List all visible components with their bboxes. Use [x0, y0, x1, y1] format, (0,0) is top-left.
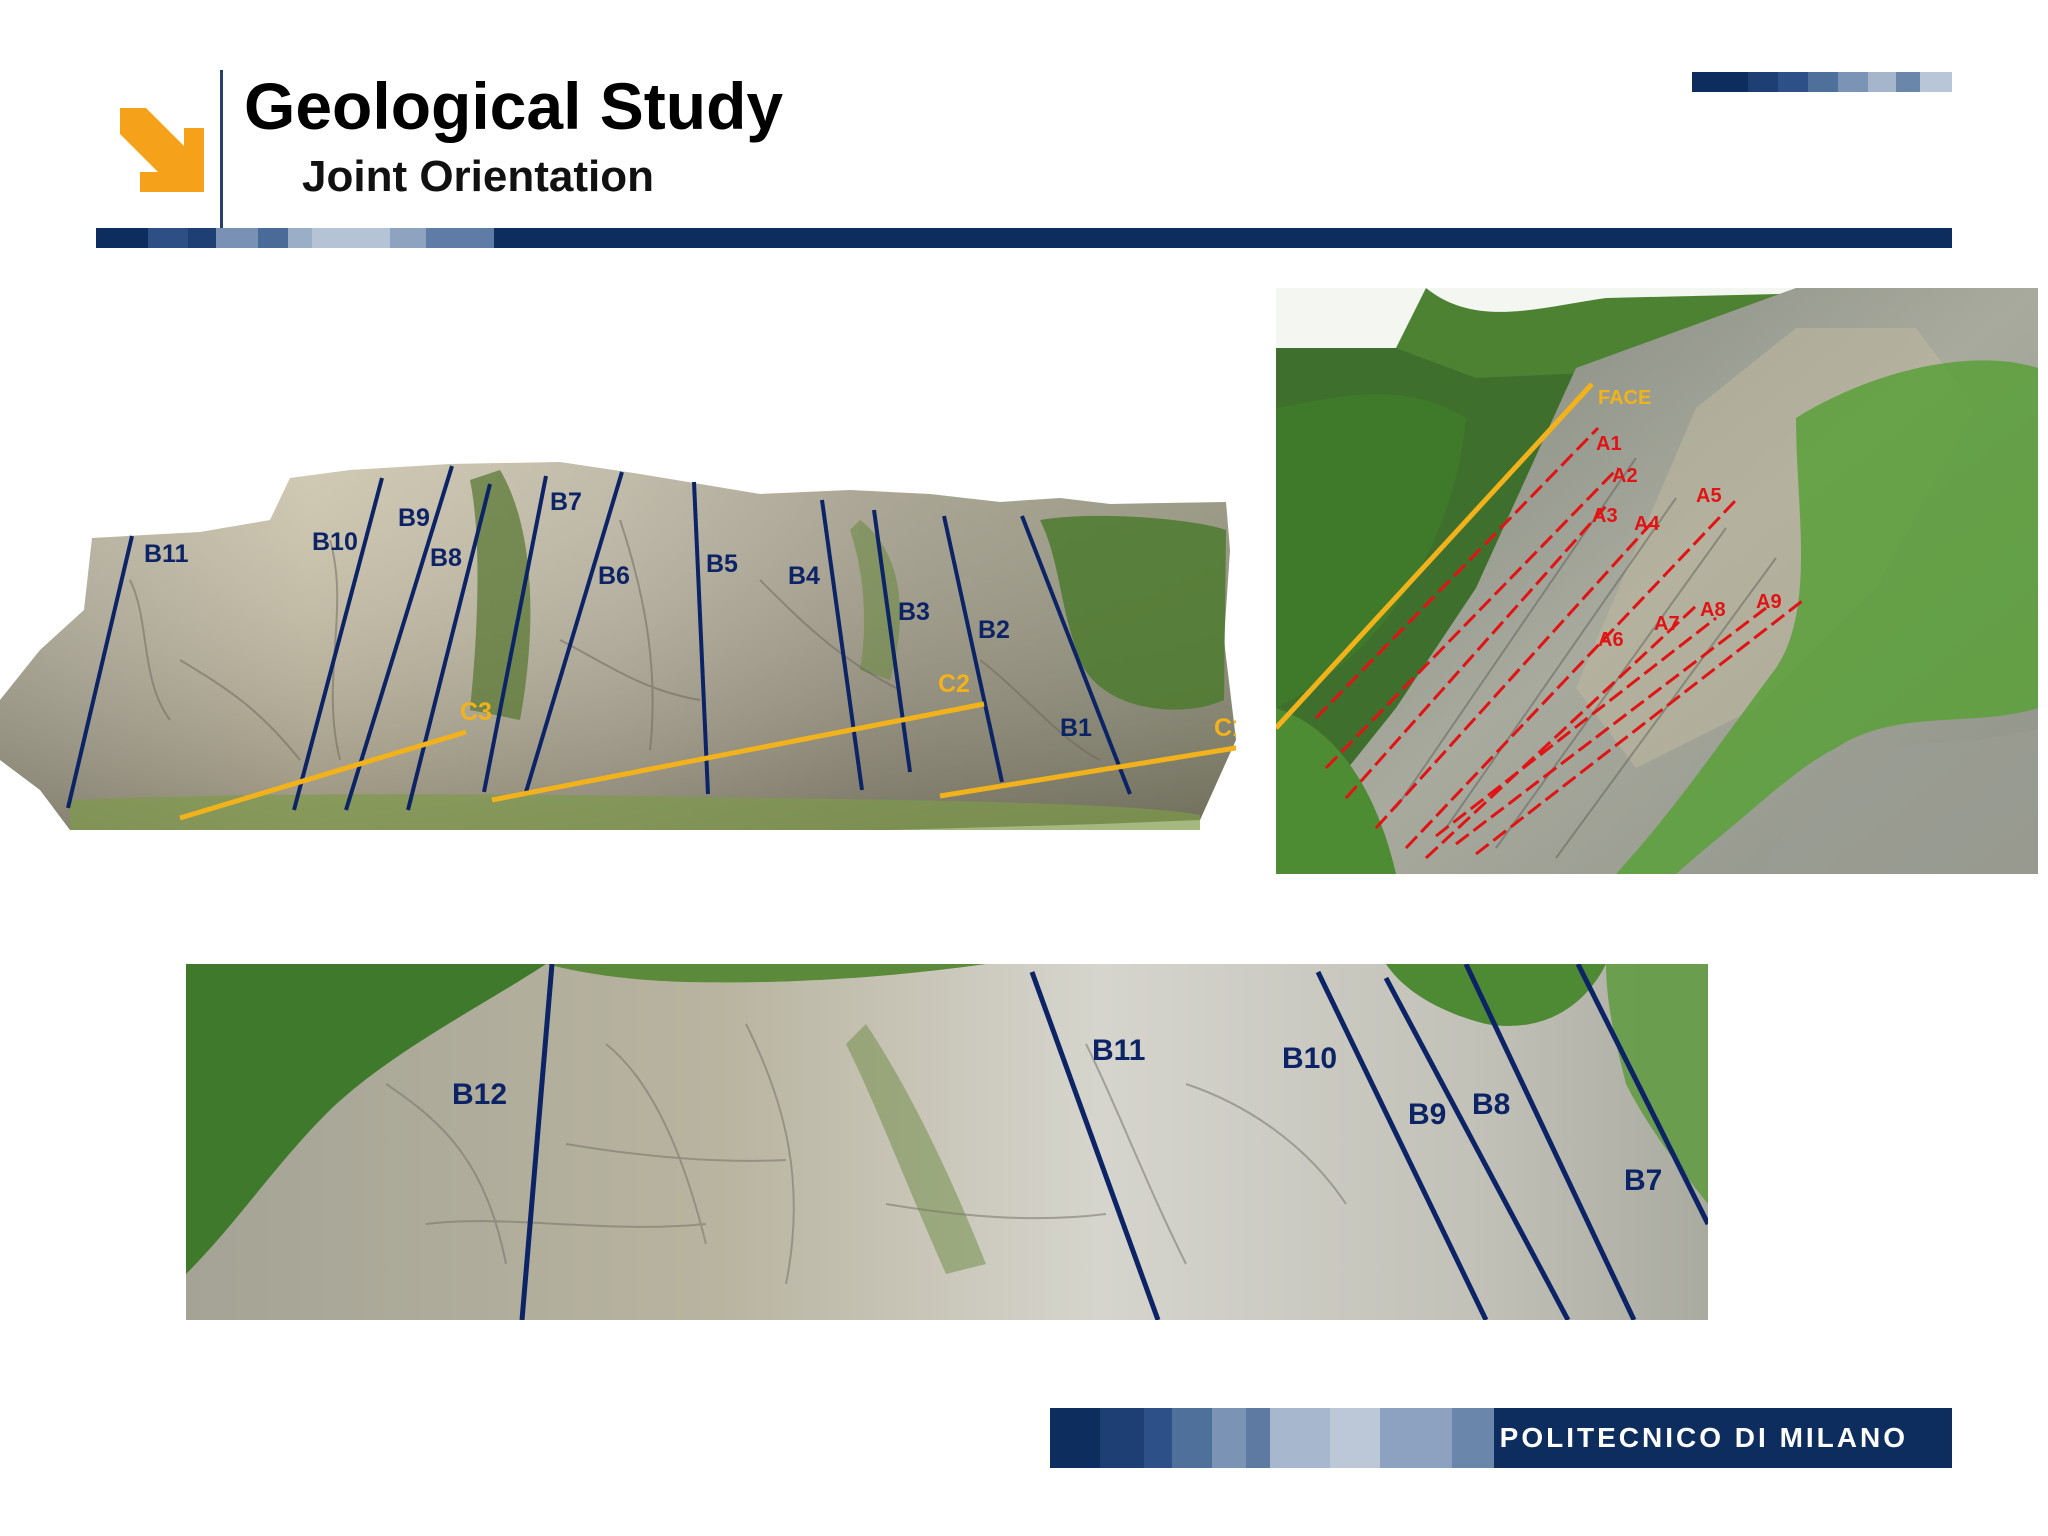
- logo-arrow-icon: [120, 108, 204, 192]
- joint-label: A4: [1634, 513, 1660, 535]
- joint-label: A6: [1598, 629, 1624, 651]
- top-decor-blocks: [1692, 72, 1952, 92]
- joint-label: B9: [1408, 1098, 1446, 1131]
- joint-label: B11: [1092, 1034, 1145, 1067]
- contact-label: C1: [1214, 714, 1236, 742]
- joint-label: B10: [312, 528, 358, 556]
- joint-label: B8: [1472, 1088, 1510, 1121]
- joint-label: B4: [788, 562, 820, 590]
- joint-label: A9: [1756, 591, 1782, 613]
- joint-slope-photo: FACE A1 A2 A3 A4 A5 A6 A7 A8 A9: [1276, 288, 2038, 874]
- joint-label: B8: [430, 544, 462, 572]
- face-label: FACE: [1598, 387, 1651, 409]
- joint-label: A1: [1596, 433, 1622, 455]
- joint-label: B5: [706, 550, 738, 578]
- joint-label: B10: [1282, 1042, 1337, 1075]
- contact-label: C2: [938, 670, 970, 698]
- rock-face-closeup-photo: B12 B11 B10 B9 B8 B7: [186, 964, 1708, 1320]
- joint-label: A8: [1700, 599, 1726, 621]
- joint-label: A5: [1696, 485, 1722, 507]
- joint-label: B7: [550, 488, 582, 516]
- joint-label: B2: [978, 616, 1010, 644]
- joint-label: A3: [1592, 505, 1618, 527]
- institution-name: POLITECNICO DI MILANO: [1499, 1422, 1908, 1453]
- joint-label: B9: [398, 504, 430, 532]
- header-bar: [96, 228, 1952, 248]
- joint-label: B11: [144, 540, 189, 568]
- joint-label: A2: [1612, 465, 1638, 487]
- rock-face-panorama-photo: B11 B10 B9 B8 B7 B6 B5 B4 B3 B2 B1 C3 C2…: [0, 460, 1236, 830]
- footer-bar: POLITECNICO DI MILANO: [1050, 1408, 1952, 1468]
- header-divider: [220, 70, 223, 238]
- joint-label: B3: [898, 598, 930, 626]
- joint-label: B7: [1624, 1164, 1662, 1197]
- joint-label: B1: [1060, 714, 1092, 742]
- page-title: Geological Study: [244, 69, 784, 143]
- joint-label: B6: [598, 562, 630, 590]
- joint-label: A7: [1654, 613, 1680, 635]
- contact-label: C3: [460, 698, 492, 726]
- page-subtitle: Joint Orientation: [302, 152, 654, 201]
- joint-label: B12: [452, 1078, 507, 1111]
